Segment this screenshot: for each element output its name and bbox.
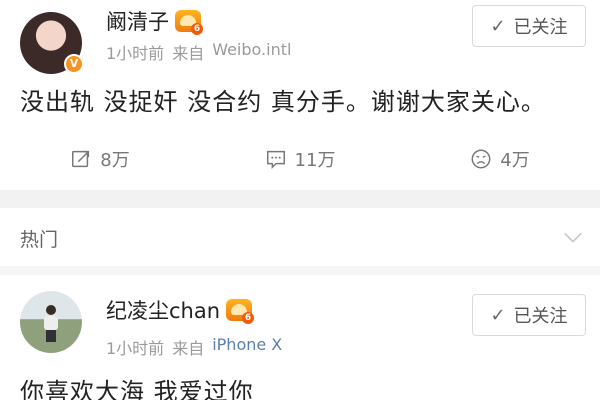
repost-count: 8万 xyxy=(100,150,130,171)
avatar-figure xyxy=(44,305,58,343)
verified-badge-icon: V xyxy=(64,54,84,74)
source-prefix: 来自 xyxy=(172,339,205,358)
follow-button[interactable]: ✓ 已关注 xyxy=(472,5,586,47)
post-content: 没出轨 没捉奸 没合约 真分手。谢谢大家关心。 xyxy=(20,88,546,116)
avatar[interactable]: V xyxy=(20,12,84,74)
reaction-button[interactable]: 4万 xyxy=(400,136,600,182)
repost-icon xyxy=(72,150,90,168)
avatar-image xyxy=(20,291,82,353)
follow-button-label: 已关注 xyxy=(513,17,568,38)
check-icon: ✓ xyxy=(490,304,506,326)
author-row: 纪凌尘chan xyxy=(106,295,255,325)
post-time: 1小时前 xyxy=(106,339,165,358)
post-time: 1小时前 xyxy=(106,44,165,63)
follow-button-label: 已关注 xyxy=(513,306,568,327)
post-meta: 1小时前 来自 Weibo.intl xyxy=(106,40,291,64)
vip-crown-icon xyxy=(175,10,203,35)
comment-count: 11万 xyxy=(294,150,336,171)
section-title: 热门 xyxy=(20,229,59,251)
hot-comments-header[interactable]: 热门 xyxy=(0,208,600,266)
post-source[interactable]: iPhone X xyxy=(212,335,282,359)
comment-item: 纪凌尘chan 1小时前 来自 iPhone X ✓ 已关注 你喜欢大海 我爱过… xyxy=(0,275,600,400)
post-actions: 8万 11万 4万 xyxy=(0,136,600,182)
section-gap xyxy=(0,190,600,208)
post-content: 你喜欢大海 我爱过你 xyxy=(20,378,254,400)
post-source: Weibo.intl xyxy=(212,40,292,59)
comment-button[interactable]: 11万 xyxy=(200,136,400,182)
post-meta: 1小时前 来自 iPhone X xyxy=(106,335,282,359)
avatar[interactable] xyxy=(20,291,82,353)
weibo-post: V 阚清子 1小时前 来自 Weibo.intl ✓ 已关注 没出轨 没捉奸 没… xyxy=(0,0,600,190)
repost-button[interactable]: 8万 xyxy=(0,136,200,182)
reaction-count: 4万 xyxy=(500,150,530,171)
chevron-down-icon[interactable] xyxy=(562,226,584,248)
author-name[interactable]: 纪凌尘chan xyxy=(106,295,220,325)
check-icon: ✓ xyxy=(490,15,506,37)
divider xyxy=(0,266,600,275)
comment-icon xyxy=(266,150,285,170)
author-name[interactable]: 阚清子 xyxy=(106,6,169,36)
author-row: 阚清子 xyxy=(106,6,203,36)
follow-button[interactable]: ✓ 已关注 xyxy=(472,294,586,336)
sad-face-icon xyxy=(471,149,491,169)
vip-crown-icon xyxy=(226,299,255,324)
source-prefix: 来自 xyxy=(172,44,205,63)
